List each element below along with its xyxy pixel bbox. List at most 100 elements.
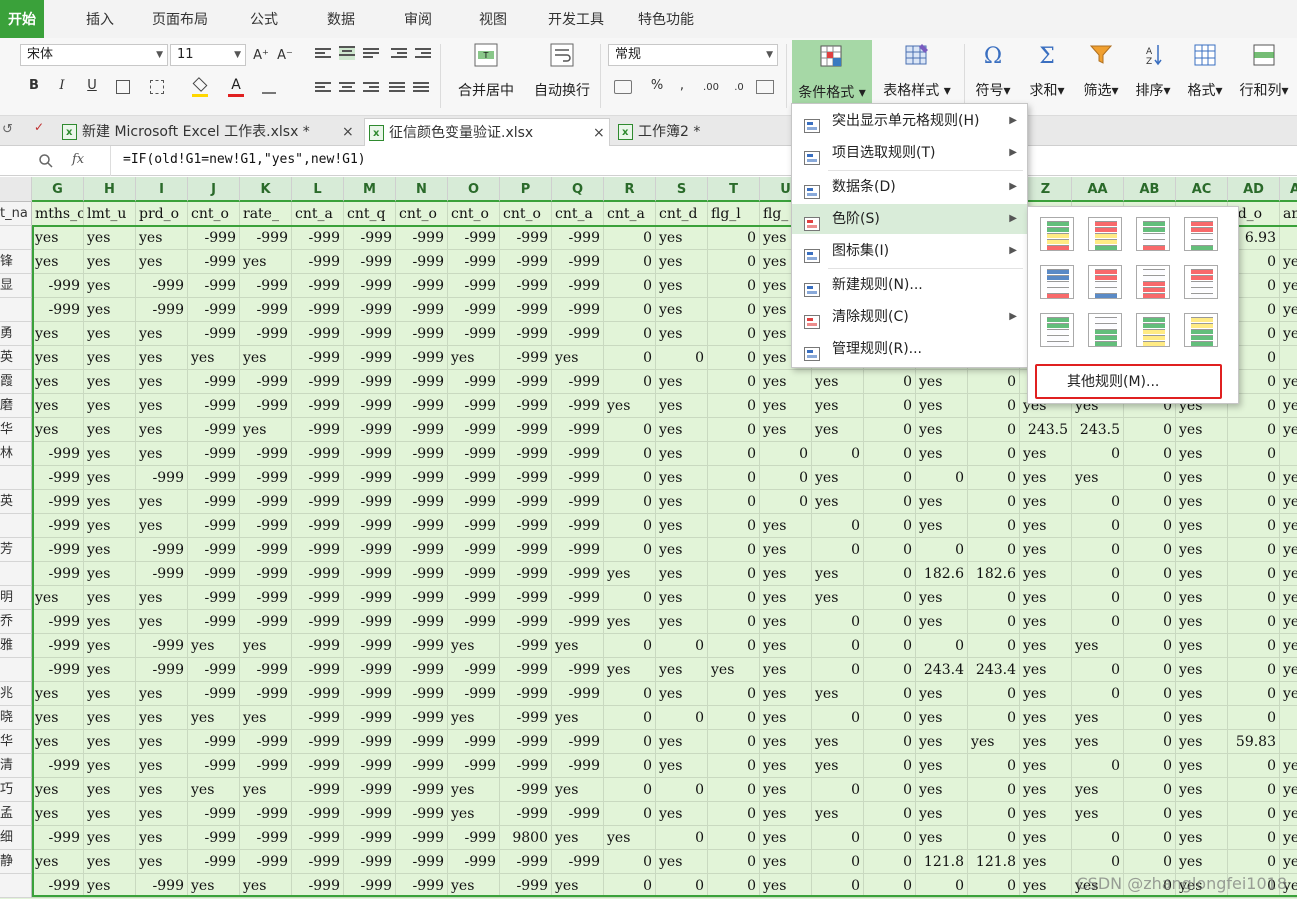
column-header[interactable]: O bbox=[448, 177, 500, 202]
cell[interactable]: 0 bbox=[968, 490, 1020, 514]
cell[interactable]: yes bbox=[84, 346, 136, 370]
cell[interactable]: yes bbox=[84, 226, 136, 250]
sum-button[interactable]: Σ 求和▾ bbox=[1024, 38, 1070, 114]
cell[interactable]: 0 bbox=[604, 634, 656, 658]
cell[interactable]: -999 bbox=[240, 226, 292, 250]
cell[interactable]: -999 bbox=[552, 466, 604, 490]
cell[interactable]: -999 bbox=[32, 562, 84, 586]
cell[interactable]: -999 bbox=[32, 538, 84, 562]
borders-icon[interactable] bbox=[116, 80, 130, 94]
cell[interactable]: -999 bbox=[32, 514, 84, 538]
column-header[interactable]: N bbox=[396, 177, 448, 202]
cell[interactable]: ye bbox=[1280, 538, 1297, 562]
cell[interactable]: -999 bbox=[292, 850, 344, 874]
align-bottom-icon[interactable] bbox=[363, 48, 379, 62]
cell[interactable]: yes bbox=[1020, 658, 1072, 682]
cell[interactable]: 0 bbox=[1228, 634, 1280, 658]
close-icon[interactable]: × bbox=[593, 119, 605, 147]
cell[interactable]: -999 bbox=[396, 682, 448, 706]
cell[interactable]: -999 bbox=[552, 322, 604, 346]
cell[interactable]: -999 bbox=[552, 682, 604, 706]
cell[interactable]: -999 bbox=[396, 322, 448, 346]
cell[interactable]: -999 bbox=[344, 754, 396, 778]
cell[interactable]: yes bbox=[812, 802, 864, 826]
align-top-icon[interactable] bbox=[315, 48, 331, 62]
cell[interactable]: yes bbox=[552, 874, 604, 898]
cell[interactable]: 0 bbox=[968, 706, 1020, 730]
cell[interactable]: yes bbox=[1020, 538, 1072, 562]
justify-icon[interactable] bbox=[389, 82, 405, 96]
cell[interactable]: 0 bbox=[968, 826, 1020, 850]
cell[interactable]: yes bbox=[552, 346, 604, 370]
cell[interactable]: -999 bbox=[500, 370, 552, 394]
color-scale-option[interactable] bbox=[1136, 313, 1170, 347]
cell[interactable]: -999 bbox=[396, 802, 448, 826]
cell[interactable]: 0 bbox=[604, 586, 656, 610]
cell[interactable]: yes bbox=[84, 658, 136, 682]
cell[interactable]: -999 bbox=[292, 706, 344, 730]
cell[interactable]: -999 bbox=[292, 730, 344, 754]
cell[interactable]: -999 bbox=[292, 610, 344, 634]
cell[interactable]: yes bbox=[656, 586, 708, 610]
cell[interactable]: -999 bbox=[500, 418, 552, 442]
cell[interactable]: -999 bbox=[448, 418, 500, 442]
cell[interactable]: 0 bbox=[1228, 514, 1280, 538]
cell[interactable]: cnt_q bbox=[344, 202, 396, 226]
cell[interactable]: prd_o bbox=[136, 202, 188, 226]
cell[interactable]: 0 bbox=[968, 682, 1020, 706]
cell[interactable]: yes bbox=[240, 874, 292, 898]
cell[interactable]: 0 bbox=[1124, 682, 1176, 706]
cell[interactable]: 0 bbox=[760, 490, 812, 514]
italic-button[interactable]: I bbox=[54, 76, 70, 96]
cell[interactable]: -999 bbox=[448, 850, 500, 874]
cell[interactable]: yes bbox=[604, 658, 656, 682]
cell[interactable]: 243.4 bbox=[916, 658, 968, 682]
cell[interactable]: yes bbox=[812, 562, 864, 586]
cell[interactable]: -999 bbox=[448, 658, 500, 682]
cell[interactable]: 0 bbox=[604, 322, 656, 346]
cell[interactable]: yes bbox=[760, 706, 812, 730]
cell[interactable]: -999 bbox=[136, 562, 188, 586]
column-header[interactable]: T bbox=[708, 177, 760, 202]
row-header[interactable] bbox=[0, 658, 32, 682]
cell[interactable]: yes bbox=[84, 610, 136, 634]
cell[interactable]: -999 bbox=[188, 370, 240, 394]
cell[interactable]: yes bbox=[136, 730, 188, 754]
cell[interactable]: yes bbox=[656, 250, 708, 274]
cell[interactable]: -999 bbox=[552, 586, 604, 610]
row-header[interactable]: 华 bbox=[0, 730, 32, 754]
cell[interactable]: yes bbox=[916, 442, 968, 466]
cell[interactable]: yes bbox=[32, 778, 84, 802]
cell[interactable]: yes bbox=[136, 322, 188, 346]
cell[interactable]: yes bbox=[1072, 466, 1124, 490]
cell[interactable]: yes bbox=[84, 322, 136, 346]
cell[interactable]: yes bbox=[812, 586, 864, 610]
cell[interactable]: -999 bbox=[448, 274, 500, 298]
cell[interactable]: -999 bbox=[188, 514, 240, 538]
cell[interactable]: 0 bbox=[1228, 658, 1280, 682]
cell[interactable]: yes bbox=[1176, 514, 1228, 538]
cell[interactable]: -999 bbox=[500, 490, 552, 514]
column-header[interactable]: Q bbox=[552, 177, 604, 202]
cell[interactable]: yes bbox=[240, 706, 292, 730]
cell[interactable]: 0 bbox=[1124, 850, 1176, 874]
cell[interactable]: 0 bbox=[812, 874, 864, 898]
cell[interactable]: yes bbox=[1072, 778, 1124, 802]
cell[interactable]: -999 bbox=[448, 226, 500, 250]
menu-item-color-scales[interactable]: 色阶(S) ▶ bbox=[792, 204, 1027, 234]
row-header[interactable]: t_na bbox=[0, 202, 32, 226]
cell[interactable]: 9800 bbox=[500, 826, 552, 850]
cell[interactable]: -999 bbox=[188, 610, 240, 634]
cell[interactable]: -999 bbox=[500, 754, 552, 778]
cell[interactable]: -999 bbox=[396, 610, 448, 634]
column-header[interactable]: I bbox=[136, 177, 188, 202]
cell[interactable]: -999 bbox=[448, 394, 500, 418]
cell[interactable]: -999 bbox=[32, 634, 84, 658]
doc-tab-3[interactable]: 工作簿2 * bbox=[614, 118, 784, 147]
cell[interactable]: -999 bbox=[344, 802, 396, 826]
cell[interactable]: yes bbox=[136, 706, 188, 730]
cell[interactable]: -999 bbox=[448, 298, 500, 322]
cell[interactable]: yes bbox=[812, 730, 864, 754]
cell[interactable]: am bbox=[1280, 202, 1297, 226]
cell[interactable]: -999 bbox=[396, 250, 448, 274]
